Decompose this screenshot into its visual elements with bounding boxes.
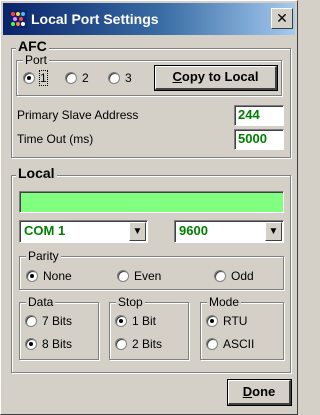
radio-selected-icon: [115, 315, 127, 327]
stop-bits-group: Stop 1 Bit 2 Bits: [109, 294, 189, 360]
chevron-down-icon[interactable]: ▼: [129, 222, 146, 241]
port-group: Port 1 2 3 Copy to Local: [16, 52, 282, 96]
radio-empty-icon: [25, 315, 37, 327]
data-8-bits-label: 8 Bits: [42, 337, 73, 351]
mode-ascii-radio[interactable]: ASCII: [206, 337, 254, 353]
radio-empty-icon: [108, 72, 120, 84]
title-bar[interactable]: Local Port Settings ✕: [3, 3, 295, 35]
radio-selected-icon: [23, 72, 35, 84]
parity-even-radio[interactable]: Even: [117, 269, 161, 285]
local-legend: Local: [16, 165, 57, 181]
stop-legend: Stop: [116, 294, 145, 310]
time-out-field[interactable]: 5000: [234, 129, 284, 150]
radio-empty-icon: [65, 72, 77, 84]
com-port-select[interactable]: COM 1 ▼: [19, 220, 148, 243]
port-radio-2-label: 2: [82, 71, 89, 85]
com-port-value: COM 1: [24, 223, 66, 238]
port-radio-3-label: 3: [125, 71, 132, 85]
copy-to-local-button[interactable]: Copy to Local: [154, 65, 278, 91]
radio-empty-icon: [115, 338, 127, 350]
stop-2-bits-radio[interactable]: 2 Bits: [115, 337, 162, 353]
primary-slave-address-field[interactable]: 244: [234, 105, 284, 126]
done-accel: D: [242, 384, 253, 399]
parity-even-label: Even: [134, 269, 162, 283]
port-radio-2[interactable]: 2: [65, 71, 89, 87]
close-icon: ✕: [276, 10, 288, 26]
parity-none-label: None: [43, 269, 72, 283]
parity-odd-radio[interactable]: Odd: [214, 269, 254, 285]
mode-rtu-radio[interactable]: RTU: [206, 314, 247, 330]
radio-selected-icon: [206, 315, 218, 327]
mode-group: Mode RTU ASCII: [200, 294, 284, 360]
port-radio-1[interactable]: 1: [23, 70, 48, 87]
close-button[interactable]: ✕: [271, 8, 293, 29]
time-out-label: Time Out (ms): [17, 132, 94, 146]
baud-rate-value: 9600: [179, 223, 208, 238]
app-icon: [9, 10, 27, 28]
port-radio-1-label: 1: [39, 70, 48, 86]
parity-odd-label: Odd: [231, 269, 254, 283]
radio-empty-icon: [206, 338, 218, 350]
done-button[interactable]: Done: [227, 379, 292, 406]
copy-to-local-accel: C: [172, 69, 182, 84]
radio-selected-icon: [25, 338, 37, 350]
stop-1-bit-label: 1 Bit: [132, 314, 157, 328]
local-port-settings-dialog: Local Port Settings ✕ AFC Port 1 2 3 Cop…: [0, 0, 298, 415]
radio-empty-icon: [117, 270, 129, 282]
window-title: Local Port Settings: [31, 11, 159, 27]
radio-selected-icon: [26, 270, 38, 282]
mode-ascii-label: ASCII: [223, 337, 255, 351]
mode-rtu-label: RTU: [223, 314, 248, 328]
port-legend: Port: [23, 52, 50, 68]
parity-group: Parity None Even Odd: [19, 248, 284, 290]
baud-rate-select[interactable]: 9600 ▼: [174, 220, 284, 243]
data-7-bits-radio[interactable]: 7 Bits: [25, 314, 72, 330]
primary-slave-address-label: Primary Slave Address: [17, 108, 139, 122]
radio-empty-icon: [214, 270, 226, 282]
parity-none-radio[interactable]: None: [26, 269, 72, 285]
parity-legend: Parity: [26, 248, 61, 264]
done-label: one: [252, 384, 276, 399]
afc-group: AFC Port 1 2 3 Copy to Local Primary Sla…: [11, 38, 291, 158]
local-status-bar: [19, 191, 284, 213]
data-bits-group: Data 7 Bits 8 Bits: [19, 294, 99, 360]
port-radio-3[interactable]: 3: [108, 71, 132, 87]
stop-2-bits-label: 2 Bits: [132, 337, 163, 351]
mode-legend: Mode: [207, 294, 242, 310]
chevron-down-icon[interactable]: ▼: [265, 222, 282, 241]
data-8-bits-radio[interactable]: 8 Bits: [25, 337, 72, 353]
copy-to-local-label: opy to Local: [181, 69, 259, 84]
data-7-bits-label: 7 Bits: [42, 314, 73, 328]
local-group: Local COM 1 ▼ 9600 ▼ Parity None Even Od…: [11, 165, 291, 373]
stop-1-bit-radio[interactable]: 1 Bit: [115, 314, 156, 330]
data-legend: Data: [26, 294, 56, 310]
